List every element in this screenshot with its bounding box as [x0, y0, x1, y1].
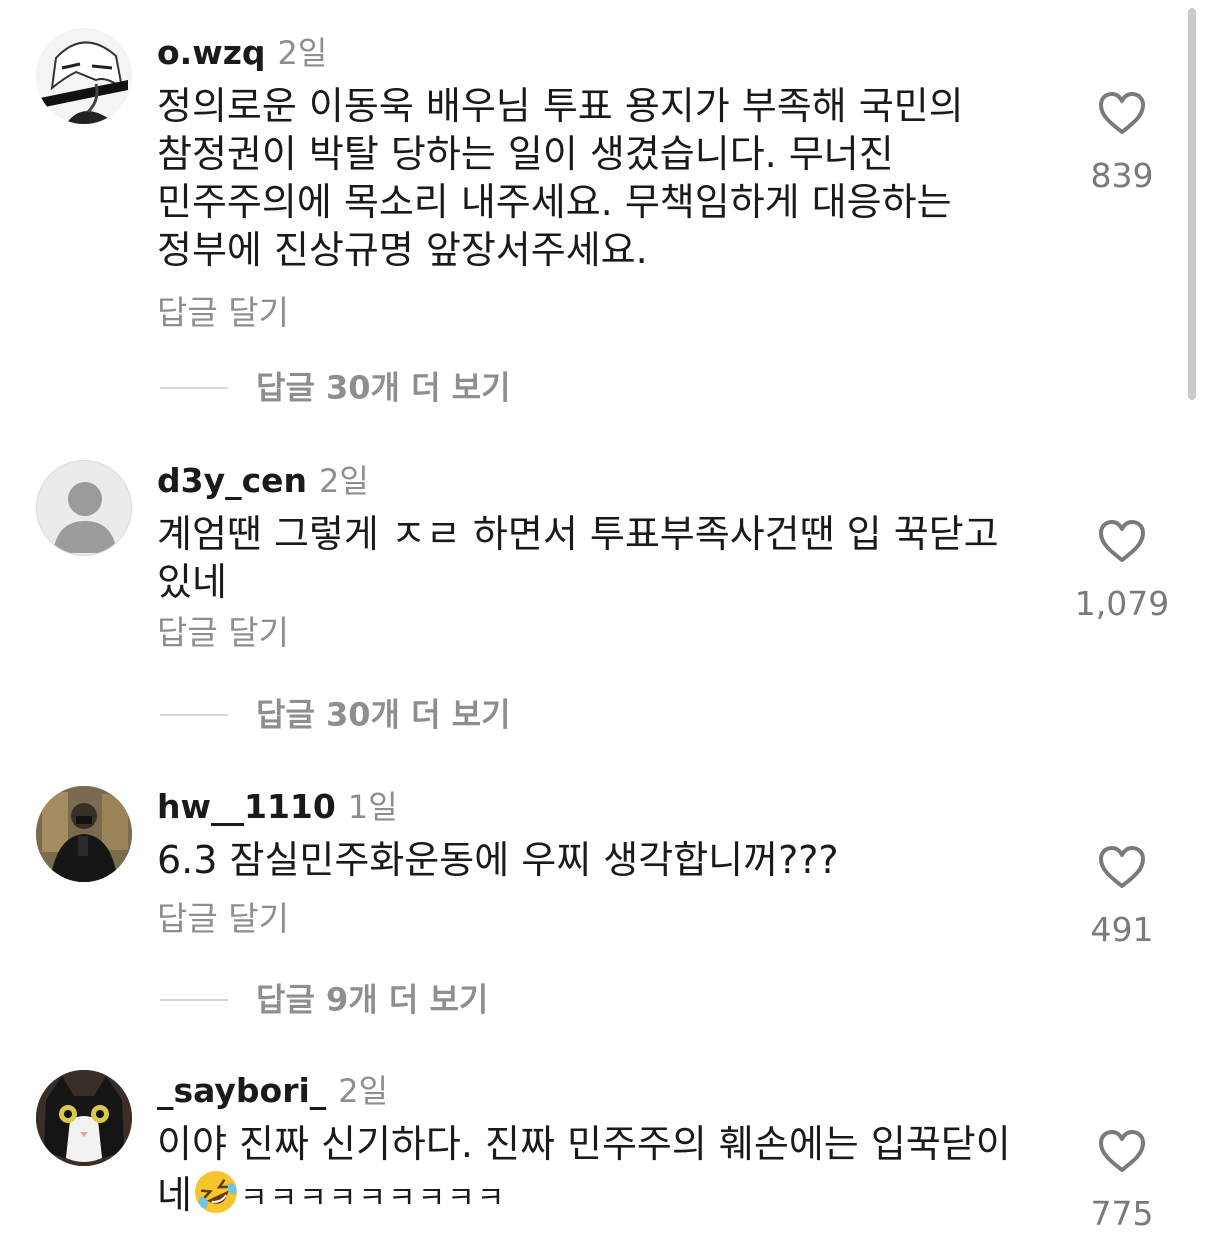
divider-line	[160, 713, 228, 716]
view-replies-label: 답글 30개 더 보기	[256, 695, 511, 734]
mirror-selfie-icon	[36, 786, 132, 882]
scrollbar[interactable]	[1188, 8, 1196, 400]
view-replies-button[interactable]: 답글 9개 더 보기	[160, 974, 488, 1024]
comment-text: 계엄땐 그렇게 ㅈㄹ 하면서 투표부족사건땐 입 꾹닫고 있네	[157, 512, 999, 604]
divider-line	[160, 998, 228, 1001]
comment-time: 2일	[338, 1072, 389, 1110]
avatar[interactable]	[36, 460, 132, 556]
anime-character-icon	[36, 28, 132, 124]
heart-icon[interactable]	[1097, 90, 1147, 136]
heart-icon[interactable]	[1097, 844, 1147, 890]
comment-text: 6.3 잠실민주화운동에 우찌 생각합니꺼???	[157, 838, 839, 882]
view-replies-button[interactable]: 답글 30개 더 보기	[160, 362, 511, 412]
like-count: 1,079	[1074, 584, 1170, 623]
reply-button[interactable]: 답글 달기	[157, 896, 289, 942]
view-replies-label: 답글 30개 더 보기	[256, 368, 511, 407]
comment-text: 이야 진짜 신기하다. 진짜 민주주의 훼손에는 입꾹닫이 네 ㅋㅋㅋㅋㅋㅋㅋㅋ…	[157, 1120, 1047, 1223]
comment-username[interactable]: _saybori_	[157, 1071, 326, 1110]
comment-time: 2일	[319, 462, 369, 500]
reply-button[interactable]: 답글 달기	[157, 610, 289, 656]
divider-line	[160, 386, 228, 389]
comment-username[interactable]: d3y_cen	[157, 461, 307, 500]
comment-username[interactable]: hw__1110	[157, 787, 336, 826]
default-user-icon	[37, 461, 131, 555]
comment-time: 2일	[277, 34, 328, 72]
cat-icon	[36, 1070, 132, 1166]
view-replies-button[interactable]: 답글 30개 더 보기	[160, 689, 511, 739]
like-count: 775	[1090, 1194, 1154, 1233]
comment-time: 1일	[347, 788, 398, 826]
comment-username[interactable]: o.wzq	[157, 33, 266, 72]
heart-icon[interactable]	[1097, 518, 1147, 564]
avatar[interactable]	[36, 1070, 132, 1166]
comment-text: 정의로운 이동욱 배우님 투표 용지가 부족해 국민의 참정권이 박탈 당하는 …	[157, 84, 964, 272]
like-count: 491	[1090, 910, 1154, 949]
comment-text-part: ㅋㅋㅋㅋㅋㅋㅋㅋㅋ	[239, 1181, 507, 1216]
heart-icon[interactable]	[1097, 1128, 1147, 1174]
like-count: 839	[1090, 156, 1154, 195]
avatar[interactable]	[36, 786, 132, 882]
reply-button[interactable]: 답글 달기	[157, 290, 289, 336]
rolling-laughing-emoji-icon	[194, 1171, 237, 1213]
view-replies-label: 답글 9개 더 보기	[256, 980, 489, 1019]
avatar[interactable]	[36, 28, 132, 124]
